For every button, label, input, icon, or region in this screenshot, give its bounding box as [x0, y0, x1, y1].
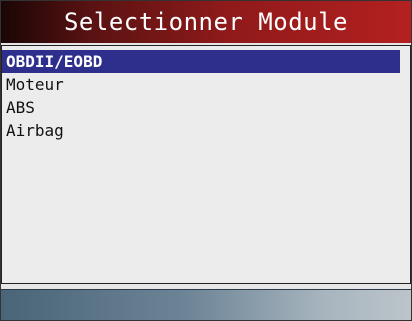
screen-title: Selectionner Module — [63, 8, 349, 36]
menu-item-moteur[interactable]: Moteur — [2, 73, 410, 96]
menu-item-airbag[interactable]: Airbag — [2, 119, 410, 142]
menu-item-obdii-eobd[interactable]: OBDII/EOBD — [2, 50, 400, 73]
status-bar — [1, 289, 411, 320]
title-bar: Selectionner Module — [1, 1, 411, 43]
menu-item-abs[interactable]: ABS — [2, 96, 410, 119]
scan-tool-screen: Selectionner Module OBDII/EOBD Moteur AB… — [0, 0, 412, 321]
module-list: OBDII/EOBD Moteur ABS Airbag — [1, 45, 411, 284]
